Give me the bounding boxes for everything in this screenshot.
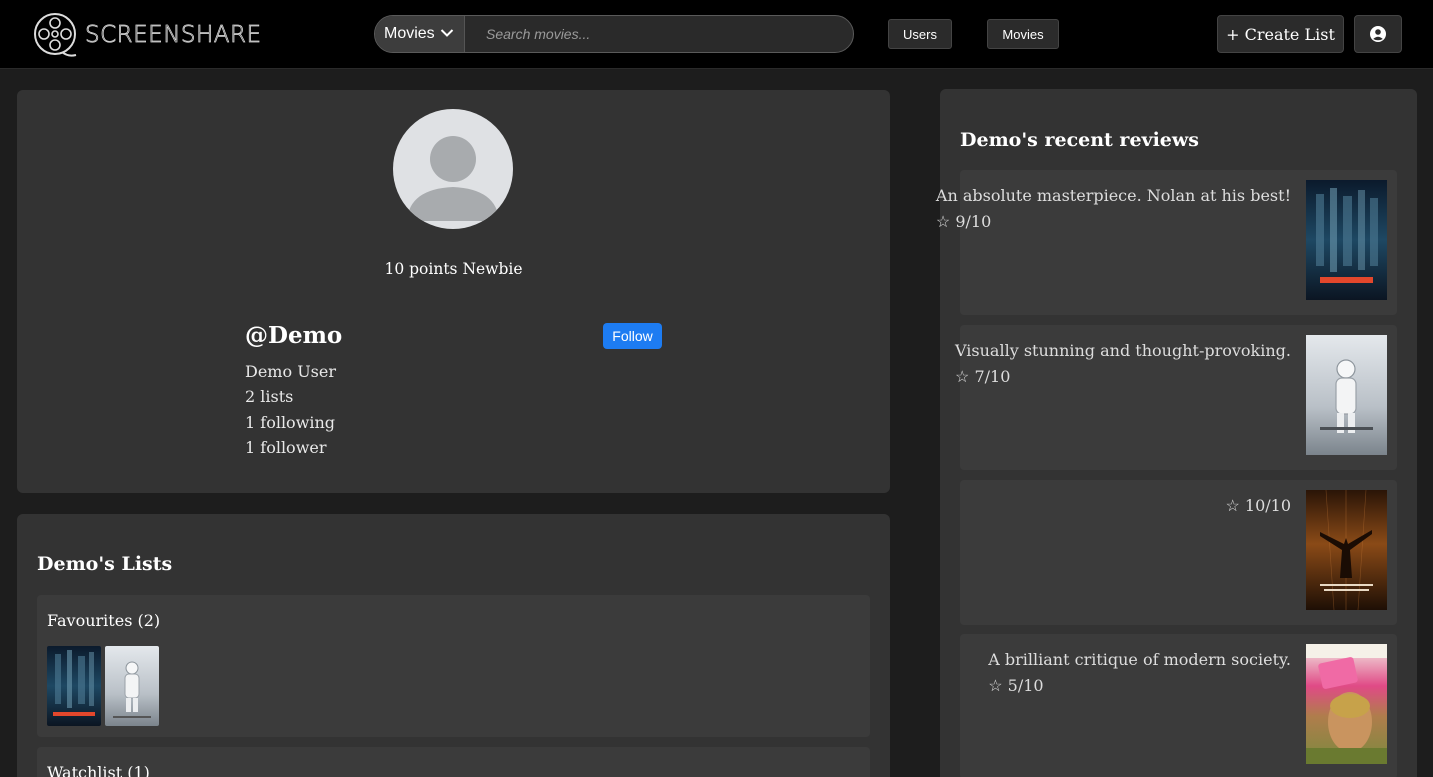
follow-button[interactable]: Follow: [603, 323, 662, 349]
list-item[interactable]: Watchlist (1): [37, 747, 870, 777]
profile-menu-button[interactable]: [1354, 15, 1402, 53]
fight-club-poster[interactable]: [1306, 644, 1387, 764]
search-category-label: Movies: [384, 25, 435, 42]
interstellar-poster[interactable]: [1306, 335, 1387, 455]
review-content: An absolute masterpiece. Nolan at his be…: [936, 183, 1291, 235]
review-item[interactable]: Visually stunning and thought-provoking.…: [955, 325, 1397, 470]
list-title: Favourites (2): [47, 611, 161, 630]
review-text: An absolute masterpiece. Nolan at his be…: [935, 186, 1291, 205]
interstellar-poster[interactable]: [105, 646, 159, 726]
brand-name: SCREENSHARE: [85, 22, 262, 49]
users-nav-button[interactable]: Users: [888, 19, 952, 49]
review-rating: ☆ 5/10: [988, 676, 1044, 695]
inception-poster[interactable]: [1306, 180, 1387, 300]
username: @Demo: [245, 322, 343, 349]
review-content: A brilliant critique of modern society. …: [988, 647, 1291, 699]
review-content: ☆ 10/10: [1225, 493, 1291, 519]
profile-card: 10 points Newbie @Demo Follow Demo User …: [17, 90, 890, 493]
review-rating: ☆ 9/10: [935, 212, 992, 231]
review-item[interactable]: A brilliant critique of modern society. …: [960, 634, 1397, 777]
list-item[interactable]: Favourites (2): [37, 595, 870, 737]
review-item[interactable]: An absolute masterpiece. Nolan at his be…: [936, 170, 1397, 315]
logo[interactable]: SCREENSHARE: [32, 11, 262, 59]
default-avatar-icon: [407, 136, 499, 221]
film-reel-icon: [34, 13, 77, 57]
lists-title: Demo's Lists: [37, 553, 173, 575]
shawshank-poster[interactable]: [1306, 490, 1387, 610]
movies-nav-button[interactable]: Movies: [987, 19, 1059, 49]
navbar: SCREENSHARE Movies Users Movies + Create…: [0, 0, 1433, 69]
user-circle-icon: [1370, 26, 1386, 42]
followers-count[interactable]: 1 follower: [245, 438, 327, 457]
search-input[interactable]: [465, 16, 853, 52]
review-rating: ☆ 7/10: [955, 367, 1011, 386]
avatar: [393, 109, 513, 229]
reviews-title: Demo's recent reviews: [960, 129, 1199, 151]
display-name: Demo User: [245, 362, 336, 381]
search-bar: Movies: [374, 15, 854, 53]
review-text: Visually stunning and thought-provoking.: [955, 341, 1291, 360]
points-label: 10 points Newbie: [384, 260, 523, 278]
lists-card: Demo's Lists Favourites (2) Watchlist (1…: [17, 514, 890, 777]
review-item[interactable]: ☆ 10/10: [960, 480, 1397, 625]
chevron-down-icon: [440, 25, 454, 43]
following-count[interactable]: 1 following: [245, 413, 335, 432]
reviews-card: Demo's recent reviews An absolute master…: [936, 89, 1417, 777]
review-text: A brilliant critique of modern society.: [988, 650, 1291, 669]
review-rating: ☆ 10/10: [1225, 496, 1291, 515]
list-thumbnails: [47, 646, 159, 726]
inception-poster[interactable]: [47, 646, 101, 726]
lists-count[interactable]: 2 lists: [245, 387, 293, 406]
search-category-dropdown[interactable]: Movies: [375, 16, 465, 52]
list-title: Watchlist (1): [47, 763, 150, 777]
create-list-button[interactable]: + Create List: [1217, 15, 1344, 53]
review-content: Visually stunning and thought-provoking.…: [955, 338, 1291, 390]
